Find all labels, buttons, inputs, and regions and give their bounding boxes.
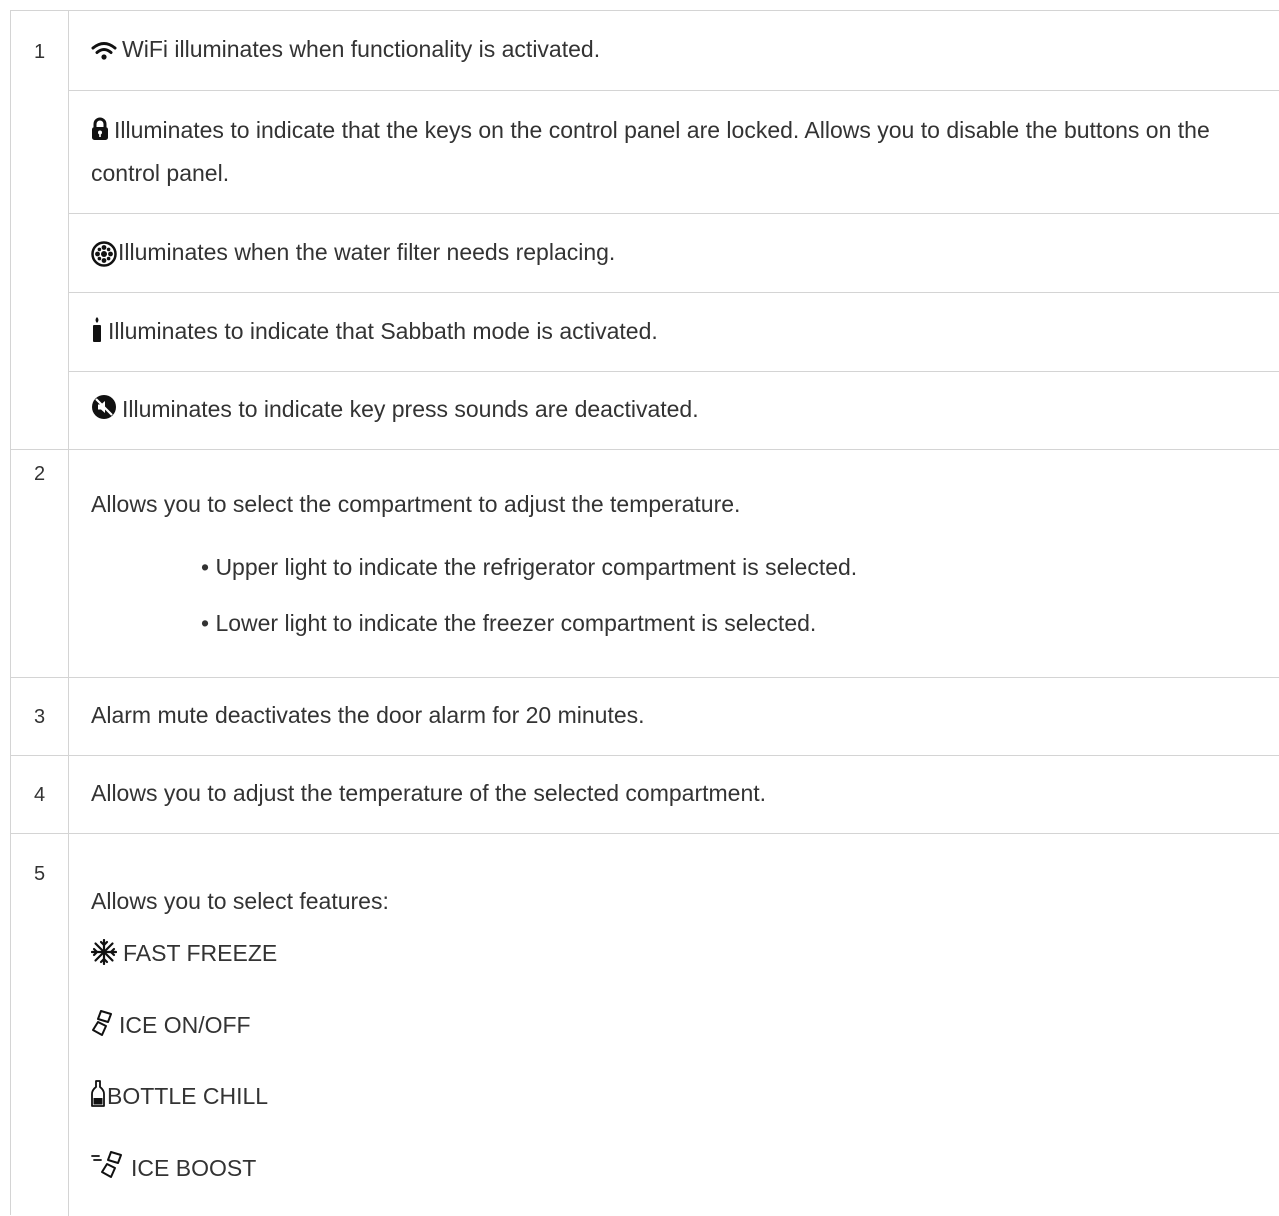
feature-label: ICE BOOST bbox=[131, 1155, 257, 1181]
row-1-item-water-filter: Illuminates when the water filter needs … bbox=[69, 214, 1279, 293]
row-1-item-lock: Illuminates to indicate that the keys on… bbox=[69, 91, 1279, 214]
table-row-2: 2 Allows you to select the compartment t… bbox=[11, 450, 1279, 678]
feature-label: BOTTLE CHILL bbox=[107, 1083, 269, 1109]
feature-label: ICE ON/OFF bbox=[119, 1012, 251, 1038]
item-text: Illuminates to indicate that the keys on… bbox=[91, 117, 1210, 186]
row-number: 4 bbox=[33, 784, 46, 806]
row-number: 3 bbox=[33, 706, 46, 728]
row-1-item-wifi: WiFi illuminates when functionality is a… bbox=[69, 11, 1279, 91]
row-text: Allows you to adjust the temperature of … bbox=[91, 780, 767, 806]
sabbath-candle-icon bbox=[91, 316, 103, 343]
table-row-4: 4 Allows you to adjust the temperature o… bbox=[11, 756, 1279, 834]
feature-fast-freeze: FAST FREEZE bbox=[91, 939, 277, 967]
table-row-5: 5 Allows you to select features: FAST FR… bbox=[11, 834, 1279, 1216]
feature-table: 1 WiFi illuminates when functionality is… bbox=[10, 10, 1279, 1216]
feature-ice-boost: ICE BOOST bbox=[91, 1150, 256, 1182]
row-number: 5 bbox=[33, 863, 46, 885]
row-number: 1 bbox=[33, 41, 46, 63]
feature-ice-on-off: ICE ON/OFF bbox=[91, 1009, 251, 1039]
ice-cube-icon bbox=[91, 1009, 113, 1037]
feature-bottle-chill: BOTTLE CHILL bbox=[91, 1080, 268, 1110]
snowflake-icon bbox=[91, 939, 117, 965]
column-divider bbox=[68, 450, 69, 677]
item-text: WiFi illuminates when functionality is a… bbox=[122, 36, 601, 62]
table-row-3: 3 Alarm mute deactivates the door alarm … bbox=[11, 678, 1279, 756]
list-item: • Upper light to indicate the refrigerat… bbox=[201, 554, 858, 580]
row-text: Allows you to select features: bbox=[91, 888, 389, 914]
ice-boost-icon bbox=[91, 1150, 125, 1180]
row-text: Allows you to select the compartment to … bbox=[91, 491, 741, 517]
sound-off-icon bbox=[91, 394, 117, 420]
column-divider bbox=[68, 756, 69, 833]
table-row-1: 1 WiFi illuminates when functionality is… bbox=[11, 11, 1279, 450]
column-divider bbox=[68, 678, 69, 755]
bottle-icon bbox=[91, 1080, 105, 1108]
item-text: Illuminates when the water filter needs … bbox=[118, 239, 616, 265]
wifi-icon bbox=[91, 40, 117, 62]
item-text: Illuminates to indicate key press sounds… bbox=[122, 396, 699, 422]
item-text: Illuminates to indicate that Sabbath mod… bbox=[108, 318, 658, 344]
feature-label: FAST FREEZE bbox=[123, 940, 278, 966]
column-divider bbox=[68, 834, 69, 1216]
row-text: Alarm mute deactivates the door alarm fo… bbox=[91, 702, 645, 728]
row-1-item-sabbath: Illuminates to indicate that Sabbath mod… bbox=[69, 293, 1279, 372]
row-number: 2 bbox=[33, 463, 46, 485]
lock-icon bbox=[91, 117, 109, 141]
list-item: • Lower light to indicate the freezer co… bbox=[201, 610, 817, 636]
row-1-item-sound-off: Illuminates to indicate key press sounds… bbox=[69, 372, 1279, 450]
water-filter-icon bbox=[91, 241, 117, 267]
